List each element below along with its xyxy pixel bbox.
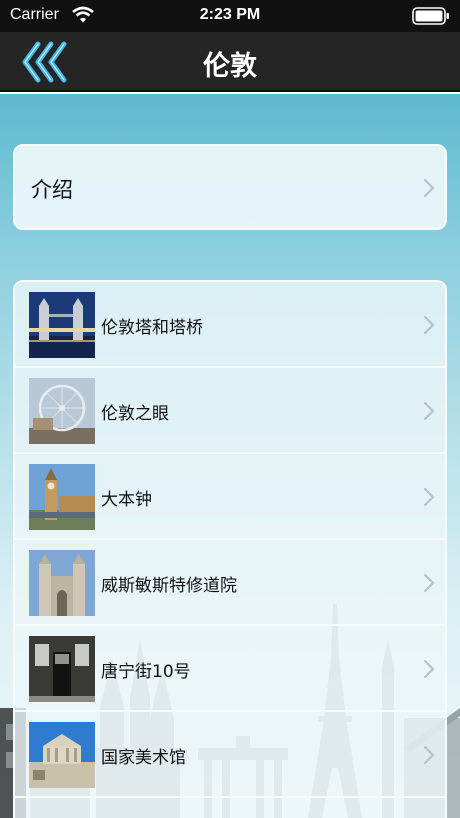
place-label: 伦敦塔和塔桥 <box>101 318 203 338</box>
content-area: 介绍 伦敦塔和塔桥 伦敦之眼 大本钟 威斯敏斯特修道院 唐宁街10号 国家美术馆 <box>0 94 460 818</box>
navigation-bar: 伦敦 <box>0 32 460 92</box>
big-ben-thumbnail <box>29 464 95 530</box>
chevron-right-icon <box>423 178 435 198</box>
chevron-right-icon <box>423 315 435 335</box>
chevron-right-icon <box>423 401 435 421</box>
intro-cell[interactable]: 介绍 <box>13 144 447 230</box>
list-item[interactable]: 大本钟 <box>15 454 445 540</box>
list-item[interactable]: 威斯敏斯特修道院 <box>15 540 445 626</box>
list-item[interactable]: 伦敦之眼 <box>15 368 445 454</box>
clock-label: 2:23 PM <box>199 6 261 23</box>
chevron-right-icon <box>423 745 435 765</box>
battery-icon <box>412 7 449 25</box>
chevron-right-icon <box>423 659 435 679</box>
place-label: 国家美术馆 <box>101 748 186 768</box>
westminster-abbey-thumbnail <box>29 550 95 616</box>
tower-bridge-thumbnail <box>29 292 95 358</box>
list-item[interactable]: 国家美术馆 <box>15 712 445 798</box>
status-bar: Carrier 2:23 PM <box>0 0 460 32</box>
list-item[interactable]: 唐宁街10号 <box>15 626 445 712</box>
chevron-right-icon <box>423 487 435 507</box>
intro-label: 介绍 <box>31 178 73 202</box>
place-label: 威斯敏斯特修道院 <box>101 576 237 596</box>
back-button[interactable] <box>20 40 76 84</box>
chevron-right-icon <box>423 573 435 593</box>
place-label: 伦敦之眼 <box>101 404 169 424</box>
london-eye-thumbnail <box>29 378 95 444</box>
place-label: 唐宁街10号 <box>101 662 191 682</box>
places-list: 伦敦塔和塔桥 伦敦之眼 大本钟 威斯敏斯特修道院 唐宁街10号 国家美术馆 <box>13 280 447 818</box>
downing-street-thumbnail <box>29 636 95 702</box>
national-gallery-thumbnail <box>29 722 95 788</box>
place-label: 大本钟 <box>101 490 152 510</box>
list-item[interactable]: 伦敦塔和塔桥 <box>15 282 445 368</box>
